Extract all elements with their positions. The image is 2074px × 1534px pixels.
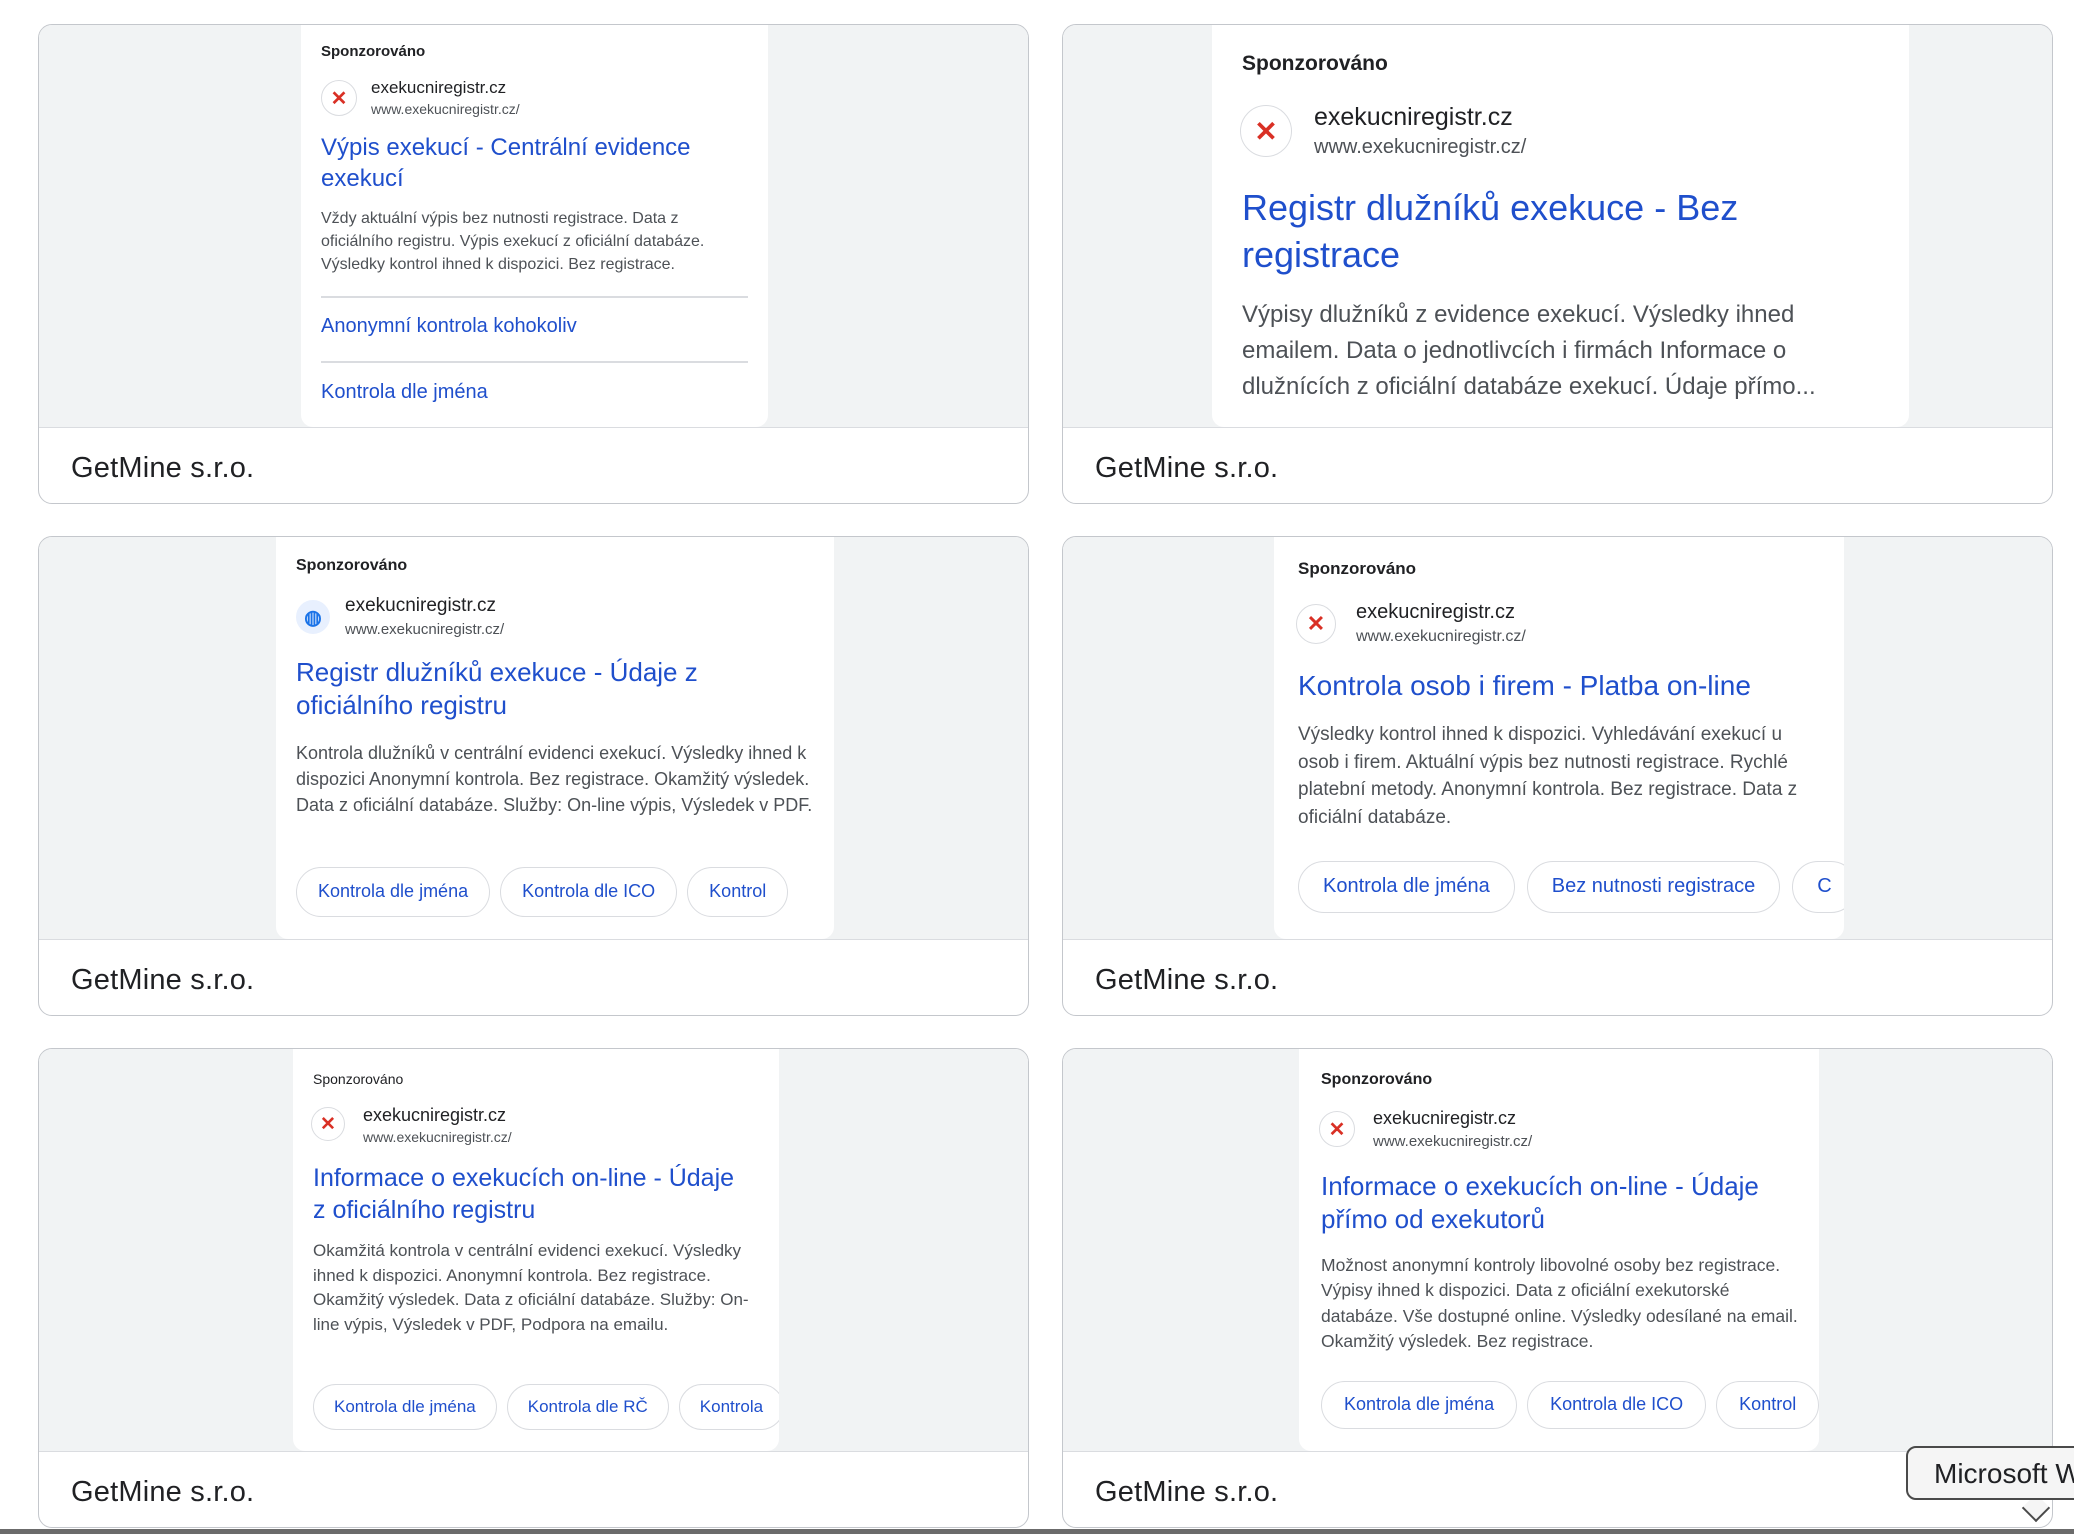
site-name: exekucniregistr.cz: [1314, 103, 1513, 131]
ad-card-5[interactable]: Sponzorováno ✕ exekucniregistr.cz www.ex…: [38, 1048, 1029, 1528]
site-name: exekucniregistr.cz: [371, 78, 507, 97]
ad-preview[interactable]: Sponzorováno ✕ exekucniregistr.cz www.ex…: [39, 25, 1028, 428]
x-icon: ✕: [321, 80, 357, 116]
advertiser-name: GetMine s.r.o.: [71, 1476, 255, 1508]
ad-card-1[interactable]: Sponzorováno ✕ exekucniregistr.cz www.ex…: [38, 24, 1029, 504]
ad-card-6[interactable]: Sponzorováno ✕ exekucniregistr.cz www.ex…: [1062, 1048, 2053, 1528]
ad-preview[interactable]: Sponzorováno ◍ exekucniregistr.cz www.ex…: [39, 537, 1028, 940]
ad-title-link[interactable]: Registr dlužníků exekuce - Bez registrac…: [1242, 185, 1872, 279]
x-icon: ✕: [1240, 105, 1292, 157]
ad-card-2[interactable]: Sponzorováno ✕ exekucniregistr.cz www.ex…: [1062, 24, 2053, 504]
ad-title-link[interactable]: Registr dlužníků exekuce - Údaje z ofici…: [296, 656, 756, 723]
sitelink-chips: Kontrola dle jména Kontrola dle RČ Kontrol…: [313, 1384, 779, 1430]
ad-preview[interactable]: Sponzorováno ✕ exekucniregistr.cz www.ex…: [1063, 1049, 2052, 1452]
chip-check-by-name[interactable]: Kontrola dle jména: [1321, 1381, 1518, 1429]
x-icon: ✕: [311, 1107, 345, 1141]
site-url: www.exekucniregistr.cz/: [363, 1129, 512, 1145]
x-icon: ✕: [1296, 604, 1336, 644]
site-url: www.exekucniregistr.cz/: [1314, 136, 1527, 158]
sitelink-anonymous-check[interactable]: Anonymní kontrola kohokoliv: [321, 315, 577, 338]
ad-preview[interactable]: Sponzorováno ✕ exekucniregistr.cz www.ex…: [39, 1049, 1028, 1452]
ad-creative[interactable]: Sponzorováno ✕ exekucniregistr.cz www.ex…: [1212, 25, 1909, 427]
sitelink-check-by-name[interactable]: Kontrola dle jména: [321, 381, 488, 404]
advertiser-name: GetMine s.r.o.: [71, 964, 255, 996]
ad-preview[interactable]: Sponzorováno ✕ exekucniregistr.cz www.ex…: [1063, 537, 2052, 940]
site-url: www.exekucniregistr.cz/: [371, 101, 520, 117]
chip-check-by-name[interactable]: Kontrola dle jména: [1298, 861, 1515, 913]
chip-check-partial[interactable]: Kontrol: [687, 867, 789, 917]
site-url: www.exekucniregistr.cz/: [1373, 1133, 1533, 1150]
x-icon: ✕: [1319, 1111, 1355, 1147]
chip-check-by-ico[interactable]: Kontrola dle ICO: [1527, 1381, 1707, 1429]
advertiser-name: GetMine s.r.o.: [71, 452, 255, 484]
window-bottom-edge: [0, 1529, 2074, 1534]
ad-description: Výsledky kontrol ihned k dispozici. Vyhl…: [1298, 724, 1798, 828]
sponsored-label: Sponzorováno: [1321, 1071, 1433, 1088]
advertiser-name: GetMine s.r.o.: [1095, 964, 1279, 996]
sitelink-chips: Kontrola dle jména Kontrola dle ICO Kontro…: [296, 867, 789, 917]
chip-partial[interactable]: Kontrola: [678, 1384, 779, 1430]
ad-title-link[interactable]: Kontrola osob i firem - Platba on-line: [1298, 668, 1838, 704]
ad-creative[interactable]: Sponzorováno ◍ exekucniregistr.cz www.ex…: [276, 537, 834, 939]
chip-check-by-ico[interactable]: Kontrola dle ICO: [500, 867, 678, 917]
chip-check-by-name[interactable]: Kontrola dle jména: [296, 867, 491, 917]
sponsored-label: Sponzorováno: [321, 43, 426, 60]
ad-description: Výpisy dlužníků z evidence exekucí. Výsl…: [1242, 301, 1816, 400]
ad-title-link[interactable]: Informace o exekucích on-line - Údaje př…: [1321, 1170, 1801, 1237]
chip-check-by-rc[interactable]: Kontrola dle RČ: [506, 1384, 669, 1430]
site-url: www.exekucniregistr.cz/: [345, 621, 505, 638]
ad-description: Vždy aktuální výpis bez nutnosti registr…: [321, 210, 705, 274]
ad-creative[interactable]: Sponzorováno ✕ exekucniregistr.cz www.ex…: [1299, 1049, 1819, 1451]
ad-description: Kontrola dlužníků v centrální evidenci e…: [296, 743, 813, 816]
chip-partial[interactable]: C: [1792, 861, 1844, 913]
ad-title-link[interactable]: Výpis exekucí - Centrální evidence exeku…: [321, 133, 741, 194]
divider: [321, 296, 748, 298]
ad-creative[interactable]: Sponzorováno ✕ exekucniregistr.cz www.ex…: [301, 25, 768, 427]
ad-creative[interactable]: Sponzorováno ✕ exekucniregistr.cz www.ex…: [293, 1049, 779, 1451]
sponsored-label: Sponzorováno: [313, 1071, 404, 1087]
ad-preview[interactable]: Sponzorováno ✕ exekucniregistr.cz www.ex…: [1063, 25, 2052, 428]
site-name: exekucniregistr.cz: [345, 595, 497, 616]
site-name: exekucniregistr.cz: [1356, 601, 1515, 623]
advertiser-name: GetMine s.r.o.: [1095, 1476, 1279, 1508]
sponsored-label: Sponzorováno: [1242, 52, 1388, 75]
advertiser-name: GetMine s.r.o.: [1095, 452, 1279, 484]
chip-no-registration[interactable]: Bez nutnosti registrace: [1526, 861, 1781, 913]
ad-title-link[interactable]: Informace o exekucích on-line - Údaje z …: [313, 1162, 753, 1226]
divider: [321, 361, 748, 363]
site-name: exekucniregistr.cz: [363, 1105, 507, 1125]
ad-card-4[interactable]: Sponzorováno ✕ exekucniregistr.cz www.ex…: [1062, 536, 2053, 1016]
ad-creative[interactable]: Sponzorováno ✕ exekucniregistr.cz www.ex…: [1274, 537, 1844, 939]
site-url: www.exekucniregistr.cz/: [1356, 628, 1526, 645]
ad-card-3[interactable]: Sponzorováno ◍ exekucniregistr.cz www.ex…: [38, 536, 1029, 1016]
sitelink-chips: Kontrola dle jména Kontrola dle ICO Kontro…: [1321, 1381, 1819, 1429]
sitelink-chips: Kontrola dle jména Bez nutnosti registrac…: [1298, 861, 1844, 913]
globe-icon: ◍: [296, 600, 330, 634]
site-name: exekucniregistr.cz: [1373, 1108, 1517, 1128]
sponsored-label: Sponzorováno: [1298, 559, 1417, 578]
ad-description: Okamžitá kontrola v centrální evidenci e…: [313, 1241, 749, 1334]
chip-partial[interactable]: Kontrol: [1716, 1381, 1819, 1429]
chip-check-by-name[interactable]: Kontrola dle jména: [313, 1384, 497, 1430]
ad-description: Možnost anonymní kontroly libovolné osob…: [1321, 1255, 1798, 1352]
sponsored-label: Sponzorováno: [296, 557, 408, 574]
